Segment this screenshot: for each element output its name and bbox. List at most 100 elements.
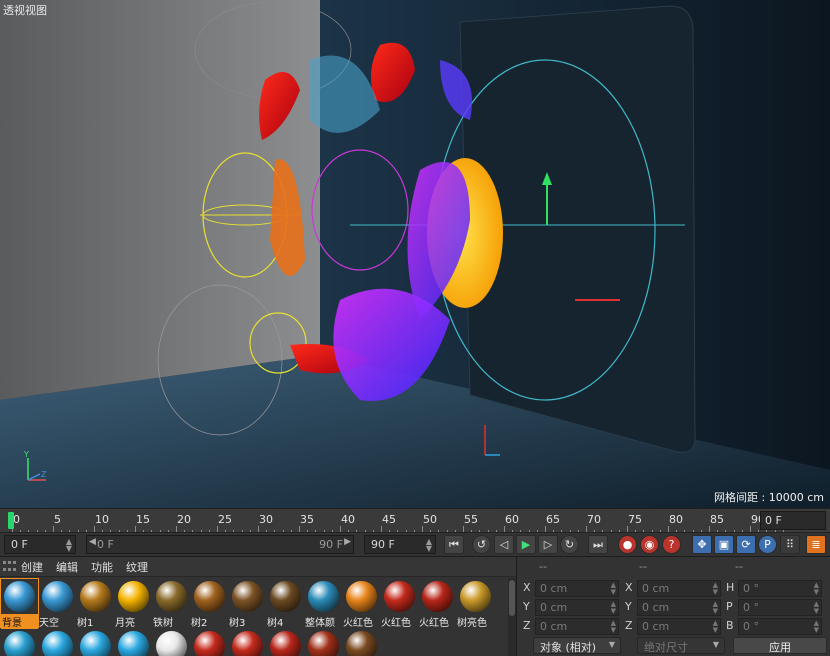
play-icon[interactable]: ▶ bbox=[516, 535, 536, 554]
size-axis-label: X bbox=[625, 581, 633, 594]
move-icon[interactable]: ✥ bbox=[692, 535, 712, 554]
material-swatch[interactable]: 树3 bbox=[229, 579, 266, 629]
material-swatch[interactable]: 铁树 bbox=[153, 579, 190, 629]
stepper-icon[interactable]: ▲ ▼ bbox=[814, 582, 819, 596]
timeline-tick-label: 50 bbox=[423, 513, 437, 526]
material-swatch[interactable] bbox=[39, 629, 76, 656]
position-field[interactable]: 0 cm ▲ ▼ bbox=[535, 599, 619, 616]
end-frame-field[interactable]: 90 F ▲ ▼ bbox=[364, 535, 436, 554]
timeline-icon[interactable]: ≣ bbox=[806, 535, 826, 554]
material-swatch[interactable] bbox=[1, 629, 38, 656]
stepper-icon[interactable]: ▲ ▼ bbox=[611, 620, 616, 634]
param-icon[interactable]: P bbox=[758, 535, 777, 554]
stepper-icon[interactable]: ▲ ▼ bbox=[713, 601, 718, 615]
material-preview-icon bbox=[156, 631, 187, 656]
material-swatch[interactable]: 月亮 bbox=[115, 579, 152, 629]
material-swatch[interactable] bbox=[191, 629, 228, 656]
rotation-axis-label: P bbox=[726, 600, 733, 613]
material-swatch[interactable]: 树亮色 bbox=[457, 579, 494, 629]
stepper-icon[interactable]: ▲ ▼ bbox=[814, 601, 819, 615]
playhead-handle[interactable] bbox=[8, 512, 14, 529]
perspective-viewport[interactable]: 透视视图 Y Z 网格间距 : 10000 cm bbox=[0, 0, 830, 508]
material-preview-icon bbox=[460, 581, 491, 612]
range-start-handle-icon[interactable]: ◀ bbox=[89, 537, 96, 547]
rotate-icon[interactable]: ⟳ bbox=[736, 535, 756, 554]
rotation-field[interactable]: 0 ° ▲ ▼ bbox=[738, 618, 822, 635]
material-swatch[interactable]: 火红色 bbox=[343, 579, 380, 629]
position-field[interactable]: 0 cm ▲ ▼ bbox=[535, 580, 619, 597]
stepper-icon[interactable]: ▲ ▼ bbox=[426, 538, 432, 553]
previous-frame-icon[interactable]: ◁ bbox=[494, 535, 514, 554]
size-field[interactable]: 0 cm ▲ ▼ bbox=[637, 580, 721, 597]
stepper-icon[interactable]: ▲ ▼ bbox=[611, 582, 616, 596]
rotation-axis-label: B bbox=[726, 619, 734, 632]
material-swatch[interactable] bbox=[153, 629, 190, 656]
material-menu-bar: 创建 编辑 功能 纹理 bbox=[0, 557, 516, 577]
stepper-icon[interactable]: ▲ ▼ bbox=[611, 601, 616, 615]
stepper-icon[interactable]: ▲ ▼ bbox=[66, 538, 72, 553]
material-swatch[interactable]: 树4 bbox=[267, 579, 304, 629]
menu-edit[interactable]: 编辑 bbox=[56, 559, 78, 575]
timeline-tick-label: 0 bbox=[13, 513, 20, 526]
frame-ruler[interactable]: 0 5 10 15 20 25 30 35 40 45 50 55 60 65 70 75 80 85 90 bbox=[0, 509, 784, 533]
go-to-start-icon[interactable]: ⏮ bbox=[444, 535, 464, 554]
start-frame-field[interactable]: 0 F ▲ ▼ bbox=[4, 535, 76, 554]
material-preview-icon bbox=[232, 581, 263, 612]
position-value: 0 cm bbox=[540, 620, 568, 633]
keyframe-selection-icon[interactable]: ? bbox=[662, 535, 681, 554]
axis-gizmo-icon: Y Z bbox=[23, 450, 47, 481]
panel-grip-icon[interactable] bbox=[3, 560, 17, 573]
material-swatch[interactable] bbox=[229, 629, 266, 656]
material-swatch[interactable] bbox=[343, 629, 380, 656]
material-preview-icon bbox=[422, 581, 453, 612]
menu-create[interactable]: 创建 bbox=[21, 559, 43, 575]
position-value: 0 cm bbox=[540, 601, 568, 614]
material-swatch[interactable]: 树1 bbox=[77, 579, 114, 629]
timeline-tick-label: 70 bbox=[587, 513, 601, 526]
rotation-value: 0 ° bbox=[743, 620, 759, 633]
scale-icon[interactable]: ▣ bbox=[714, 535, 734, 554]
range-start-value: 0 F bbox=[97, 538, 114, 551]
size-axis-label: Z bbox=[625, 619, 633, 632]
position-field[interactable]: 0 cm ▲ ▼ bbox=[535, 618, 619, 635]
material-scrollbar[interactable] bbox=[508, 578, 516, 656]
range-end-handle-icon[interactable]: ▶ bbox=[344, 537, 351, 547]
previous-key-icon[interactable]: ↺ bbox=[472, 535, 491, 554]
position-header: -- bbox=[539, 560, 547, 573]
rotation-field[interactable]: 0 ° ▲ ▼ bbox=[738, 580, 822, 597]
frame-range-slider[interactable]: ◀ 0 F 90 F ▶ bbox=[86, 535, 354, 554]
material-preview-icon bbox=[270, 581, 301, 612]
next-key-icon[interactable]: ↻ bbox=[560, 535, 579, 554]
size-mode-dropdown[interactable]: 绝对尺寸 ▼ bbox=[637, 637, 725, 654]
material-swatch[interactable] bbox=[305, 629, 342, 656]
timeline-ruler[interactable]: 0 5 10 15 20 25 30 35 40 45 50 55 60 65 70 75 80 85 90 0 F bbox=[0, 508, 830, 533]
material-swatch[interactable]: 整体颜 bbox=[305, 579, 342, 629]
material-swatch[interactable]: 背景 bbox=[0, 578, 39, 629]
size-field[interactable]: 0 cm ▲ ▼ bbox=[637, 618, 721, 635]
material-name: 树4 bbox=[267, 618, 284, 629]
material-swatch[interactable]: 火红色 bbox=[419, 579, 456, 629]
go-to-end-icon[interactable]: ⏭ bbox=[588, 535, 608, 554]
material-swatch[interactable]: 火红色 bbox=[381, 579, 418, 629]
next-frame-icon[interactable]: ▷ bbox=[538, 535, 558, 554]
stepper-icon[interactable]: ▲ ▼ bbox=[814, 620, 819, 634]
current-frame-field[interactable]: 0 F bbox=[760, 511, 826, 530]
autokey-icon[interactable]: ◉ bbox=[640, 535, 659, 554]
point-level-animation-icon[interactable]: ⠿ bbox=[780, 535, 800, 554]
menu-texture[interactable]: 纹理 bbox=[126, 559, 148, 575]
material-swatch[interactable] bbox=[267, 629, 304, 656]
material-preview-icon bbox=[156, 581, 187, 612]
menu-function[interactable]: 功能 bbox=[91, 559, 113, 575]
material-swatch[interactable] bbox=[115, 629, 152, 656]
record-active-icon[interactable]: ● bbox=[618, 535, 637, 554]
material-swatch[interactable]: 天空 bbox=[39, 579, 76, 629]
stepper-icon[interactable]: ▲ ▼ bbox=[713, 582, 718, 596]
stepper-icon[interactable]: ▲ ▼ bbox=[713, 620, 718, 634]
size-field[interactable]: 0 cm ▲ ▼ bbox=[637, 599, 721, 616]
material-swatch[interactable]: 树2 bbox=[191, 579, 228, 629]
rotation-field[interactable]: 0 ° ▲ ▼ bbox=[738, 599, 822, 616]
coord-mode-dropdown[interactable]: 对象 (相对) ▼ bbox=[533, 637, 621, 654]
material-swatch[interactable] bbox=[77, 629, 114, 656]
size-axis-label: Y bbox=[625, 600, 632, 613]
apply-button[interactable]: 应用 bbox=[733, 637, 827, 654]
